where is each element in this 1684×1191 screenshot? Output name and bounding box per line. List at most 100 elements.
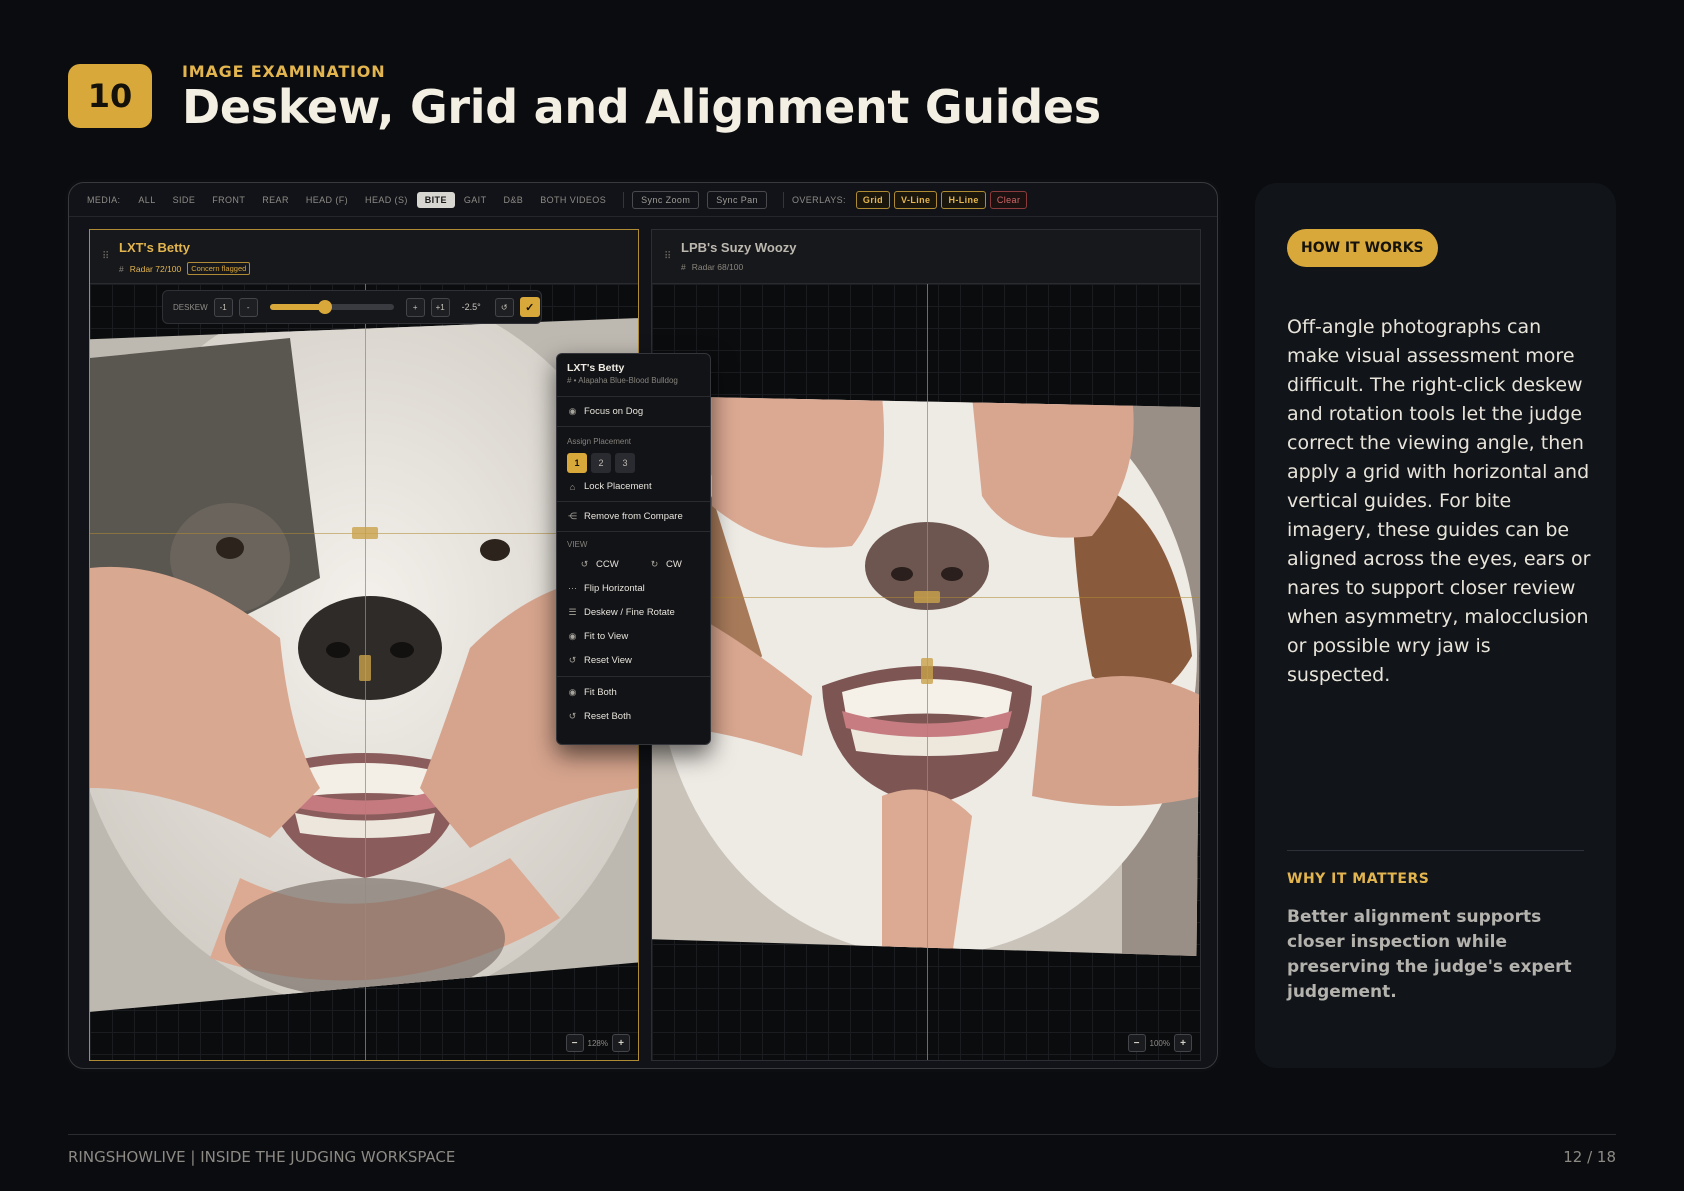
menu-item-label: Lock Placement bbox=[584, 481, 652, 492]
dog-name: LXT's Betty bbox=[119, 240, 190, 255]
menu-divider bbox=[557, 396, 710, 397]
tab-d-and-b[interactable]: D&B bbox=[495, 192, 531, 208]
drag-handle-icon[interactable]: ⠿ bbox=[102, 251, 109, 262]
tab-all[interactable]: ALL bbox=[130, 192, 163, 208]
compare-panel-right[interactable]: ⠿ LPB's Suzy Woozy # Radar 68/100 − 100%… bbox=[651, 229, 1201, 1061]
menu-divider bbox=[557, 676, 710, 677]
horizontal-guide-handle[interactable] bbox=[352, 527, 378, 539]
menu-item-remove-from-compare[interactable]: ⋲ Remove from Compare bbox=[567, 511, 683, 522]
page-title: Deskew, Grid and Alignment Guides bbox=[182, 80, 1101, 134]
panel-subtitle: # Radar 68/100 bbox=[681, 262, 743, 272]
assign-placement-label: Assign Placement bbox=[567, 437, 632, 446]
dog-name: LPB's Suzy Woozy bbox=[681, 240, 797, 255]
panel-header: ⠿ LXT's Betty # Radar 72/100 Concern fla… bbox=[90, 230, 638, 284]
placement-2-button[interactable]: 2 bbox=[591, 453, 611, 473]
tab-both-videos[interactable]: BOTH VIDEOS bbox=[532, 192, 614, 208]
menu-item-fit-to-view[interactable]: ◉ Fit to View bbox=[567, 631, 629, 642]
menu-item-label: Remove from Compare bbox=[584, 511, 683, 522]
menu-subtitle: # • Alapaha Blue-Blood Bulldog bbox=[567, 376, 678, 385]
footer-divider bbox=[68, 1134, 1616, 1135]
vertical-guide-handle[interactable] bbox=[359, 655, 371, 681]
placement-1-button[interactable]: 1 bbox=[567, 453, 587, 473]
menu-divider bbox=[557, 531, 710, 532]
menu-item-fit-both[interactable]: ◉ Fit Both bbox=[567, 687, 617, 698]
flip-icon: ⋯ bbox=[568, 583, 577, 593]
tab-front[interactable]: FRONT bbox=[204, 192, 253, 208]
overlay-vline-button[interactable]: V-Line bbox=[894, 190, 938, 209]
overlay-clear-button[interactable]: Clear bbox=[989, 190, 1028, 209]
zoom-out-button[interactable]: − bbox=[565, 1034, 584, 1052]
menu-item-rotate-ccw[interactable]: ↺ CCW bbox=[579, 559, 619, 570]
menu-item-label: CW bbox=[666, 559, 682, 570]
vertical-guide-handle[interactable] bbox=[921, 658, 933, 684]
zoom-out-button[interactable]: − bbox=[1127, 1034, 1146, 1052]
zoom-controls: − 100% + bbox=[1127, 1034, 1192, 1052]
sliders-icon: ☰ bbox=[568, 607, 577, 617]
sync-pan-button[interactable]: Sync Pan bbox=[707, 190, 767, 209]
zoom-in-button[interactable]: + bbox=[612, 1034, 630, 1052]
slide-number-badge: 10 bbox=[68, 64, 152, 128]
zoom-controls: − 128% + bbox=[565, 1034, 630, 1052]
tab-gait[interactable]: GAIT bbox=[456, 192, 495, 208]
toolbar-divider bbox=[782, 191, 784, 208]
menu-item-lock-placement[interactable]: ⌂ Lock Placement bbox=[567, 481, 652, 492]
placement-selector: 1 2 3 bbox=[567, 453, 635, 473]
horizontal-guide-handle[interactable] bbox=[914, 591, 940, 603]
deskew-slider-fill bbox=[269, 304, 326, 310]
menu-item-reset-both[interactable]: ↺ Reset Both bbox=[567, 711, 631, 722]
zoom-in-button[interactable]: + bbox=[1174, 1034, 1192, 1052]
toolbar-divider bbox=[623, 191, 625, 208]
explanation-sidebar: HOW IT WORKS Off-angle photographs can m… bbox=[1255, 183, 1616, 1068]
menu-item-label: Reset Both bbox=[584, 711, 631, 722]
tab-head-side[interactable]: HEAD (S) bbox=[357, 192, 416, 208]
deskew-label: DESKEW bbox=[173, 302, 208, 312]
context-menu: LXT's Betty # • Alapaha Blue-Blood Bulld… bbox=[556, 353, 711, 745]
placement-3-button[interactable]: 3 bbox=[615, 453, 635, 473]
eye-icon: ◉ bbox=[568, 406, 577, 416]
how-it-works-pill: HOW IT WORKS bbox=[1287, 229, 1438, 267]
menu-item-flip-horizontal[interactable]: ⋯ Flip Horizontal bbox=[567, 583, 645, 594]
sync-zoom-button[interactable]: Sync Zoom bbox=[632, 190, 700, 209]
deskew-minus-button[interactable]: - bbox=[238, 297, 258, 317]
overlay-grid-button[interactable]: Grid bbox=[855, 190, 891, 209]
deskew-toolbar: DESKEW -1 - + +1 -2.5° ↺ ✓ bbox=[162, 290, 542, 324]
menu-item-reset-view[interactable]: ↺ Reset View bbox=[567, 655, 632, 666]
drag-handle-icon[interactable]: ⠿ bbox=[664, 251, 671, 262]
tab-side[interactable]: SIDE bbox=[165, 192, 204, 208]
footer-left-text: RINGSHOWLIVE | INSIDE THE JUDGING WORKSP… bbox=[68, 1148, 456, 1166]
menu-item-rotate-cw[interactable]: ↻ CW bbox=[649, 559, 682, 570]
eye-icon: ◉ bbox=[568, 687, 577, 697]
media-toolbar: MEDIA: ALL SIDE FRONT REAR HEAD (F) HEAD… bbox=[69, 183, 1217, 217]
deskew-slider[interactable] bbox=[269, 300, 394, 314]
overlay-hline-button[interactable]: H-Line bbox=[941, 190, 986, 209]
menu-item-label: Deskew / Fine Rotate bbox=[584, 607, 675, 618]
tab-bite[interactable]: BITE bbox=[416, 191, 455, 208]
lock-icon: ⌂ bbox=[569, 481, 576, 492]
deskew-plus-one-button[interactable]: +1 bbox=[430, 297, 450, 317]
tab-head-front[interactable]: HEAD (F) bbox=[298, 192, 356, 208]
deskew-slider-thumb[interactable] bbox=[318, 300, 333, 314]
menu-item-label: Fit to View bbox=[584, 631, 629, 642]
menu-item-label: Focus on Dog bbox=[584, 406, 644, 417]
media-label: MEDIA: bbox=[87, 194, 121, 205]
deskew-reset-icon[interactable]: ↺ bbox=[494, 297, 514, 317]
deskew-confirm-check-icon[interactable]: ✓ bbox=[519, 297, 540, 317]
deskew-minus-one-button[interactable]: -1 bbox=[213, 297, 233, 317]
deskew-plus-button[interactable]: + bbox=[405, 297, 425, 317]
share-icon: ⋲ bbox=[568, 511, 577, 521]
tab-rear[interactable]: REAR bbox=[254, 192, 297, 208]
concern-flag-badge: Concern flagged bbox=[187, 262, 251, 275]
reset-icon: ↺ bbox=[568, 711, 577, 721]
menu-item-focus-on-dog[interactable]: ◉ Focus on Dog bbox=[567, 406, 644, 417]
page-counter: 12 / 18 bbox=[1563, 1148, 1616, 1166]
reset-icon: ↺ bbox=[568, 655, 577, 665]
menu-item-label: Fit Both bbox=[584, 687, 617, 698]
view-section-label: VIEW bbox=[567, 540, 588, 549]
menu-item-label: Reset View bbox=[584, 655, 632, 666]
sidebar-divider bbox=[1287, 850, 1584, 851]
menu-item-deskew-fine-rotate[interactable]: ☰ Deskew / Fine Rotate bbox=[567, 607, 675, 618]
why-it-matters-text: Better alignment supports closer inspect… bbox=[1287, 907, 1572, 1002]
radar-score: Radar 72/100 bbox=[129, 263, 182, 274]
menu-divider bbox=[557, 426, 710, 427]
eye-icon: ◉ bbox=[568, 631, 577, 641]
